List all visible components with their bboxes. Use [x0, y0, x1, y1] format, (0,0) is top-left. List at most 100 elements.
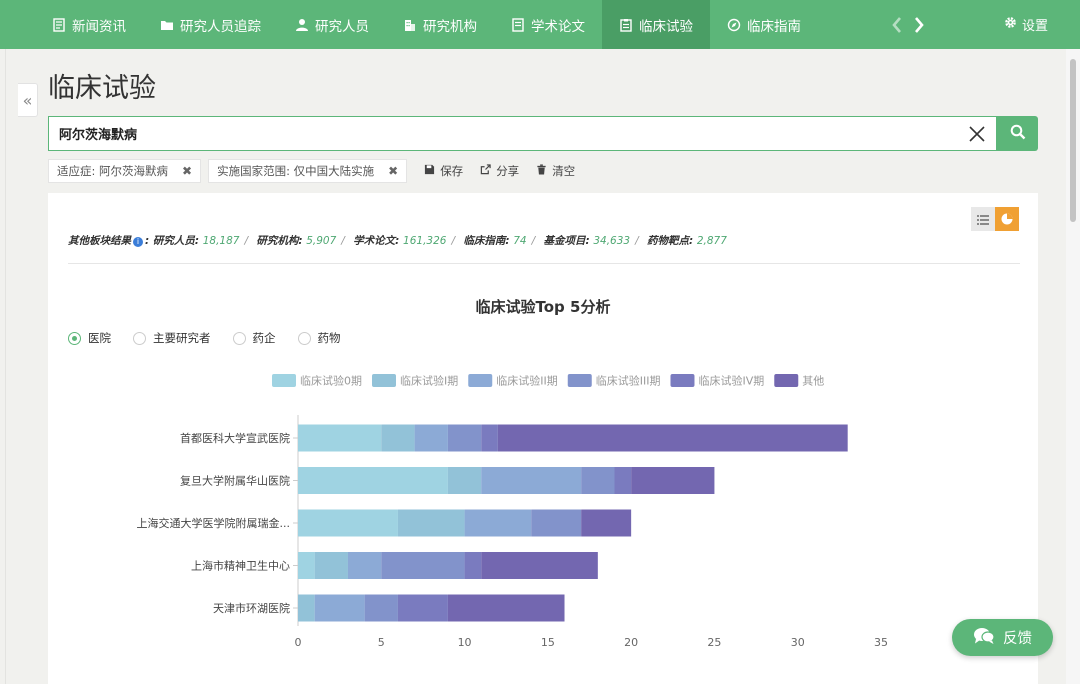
- chevron-left-icon[interactable]: [891, 16, 903, 34]
- bar-segment: [347, 552, 382, 579]
- settings-button[interactable]: 设置: [1004, 0, 1080, 49]
- summary-label: 药物靶点: [646, 235, 689, 247]
- legend-swatch: [372, 374, 396, 387]
- bar-segment: [298, 552, 315, 579]
- nav-label: 研究人员追踪: [180, 18, 261, 35]
- gear-icon: [1004, 16, 1017, 33]
- bar-segment: [381, 424, 415, 452]
- nav-label: 临床指南: [747, 18, 801, 35]
- page-title: 临床试验: [48, 73, 156, 104]
- clear-label: 清空: [552, 164, 576, 178]
- radio-button[interactable]: [297, 331, 311, 345]
- clear-button[interactable]: 清空: [536, 163, 575, 179]
- clipboard-icon: [619, 18, 633, 32]
- chart-view-button[interactable]: [995, 207, 1019, 231]
- summary-value[interactable]: 18,187: [203, 235, 240, 247]
- bar-segment: [581, 467, 615, 494]
- bar-segment: [631, 467, 715, 494]
- radio-hospital[interactable]: 医院: [68, 330, 111, 346]
- share-label: 分享: [496, 164, 520, 178]
- folder-icon: [160, 18, 174, 32]
- category-label: 上海市精神卫生中心: [191, 559, 290, 573]
- radio-pharma[interactable]: 药企: [232, 330, 276, 346]
- radio-button[interactable]: [232, 331, 246, 345]
- radio-drug[interactable]: 药物: [297, 330, 341, 346]
- legend-swatch: [272, 374, 296, 387]
- category-label: 天津市环湖医院: [213, 601, 290, 615]
- nav-label: 研究人员: [315, 18, 369, 35]
- bar-segment: [581, 509, 632, 537]
- close-icon[interactable]: [968, 125, 986, 143]
- filter-tag-label: 适应症: 阿尔茨海默病: [57, 164, 169, 178]
- bar-segment: [397, 509, 465, 537]
- nav-label: 研究机构: [423, 18, 477, 35]
- summary-value[interactable]: 2,877: [697, 235, 727, 247]
- filter-tag[interactable]: 适应症: 阿尔茨海默病 ✖: [48, 159, 202, 183]
- divider: [68, 263, 1020, 264]
- bar-segment: [298, 424, 382, 452]
- radio-label: 药物: [317, 331, 341, 345]
- summary-value[interactable]: 5,907: [306, 235, 336, 247]
- summary-label: 研究人员: [152, 235, 195, 247]
- chevron-right-icon[interactable]: [913, 16, 925, 34]
- nav-item-papers[interactable]: 学术论文: [494, 0, 602, 49]
- bar-segment: [447, 424, 482, 452]
- bar-segment: [298, 467, 448, 494]
- double-chevron-left-icon: «: [22, 90, 33, 110]
- legend-swatch: [468, 374, 493, 387]
- x-tick-label: 30: [791, 636, 805, 649]
- category-label: 首都医科大学宣武医院: [180, 431, 290, 445]
- info-icon[interactable]: i: [133, 237, 143, 247]
- bar-segment: [531, 509, 582, 537]
- summary-value[interactable]: 34,633: [593, 235, 630, 247]
- left-rule: [0, 49, 6, 684]
- radio-principal-investigator[interactable]: 主要研究者: [133, 330, 211, 346]
- other-results-summary: 其他板块结果 i: 研究人员: 18,187/ 研究机构: 5,907/ 学术论文…: [68, 235, 727, 247]
- nav-label: 新闻资讯: [72, 18, 126, 35]
- summary-label: 学术论文: [353, 235, 396, 247]
- x-tick-label: 5: [378, 636, 385, 649]
- summary-value[interactable]: 74: [513, 235, 526, 247]
- nav-item-clinical-trials[interactable]: 临床试验: [602, 0, 710, 49]
- nav-item-researchers[interactable]: 研究人员: [278, 0, 386, 49]
- close-icon[interactable]: ✖: [388, 164, 398, 178]
- search-button[interactable]: [997, 116, 1038, 151]
- feedback-label: 反馈: [1003, 631, 1032, 647]
- feedback-button[interactable]: 反馈: [952, 619, 1053, 656]
- nav-label: 学术论文: [531, 18, 585, 35]
- filter-tag[interactable]: 实施国家范围: 仅中国大陆实施 ✖: [208, 159, 408, 183]
- x-tick-label: 25: [707, 636, 721, 649]
- save-button[interactable]: 保存: [424, 163, 463, 179]
- building-icon: [403, 18, 417, 32]
- view-toggle: [971, 207, 1019, 231]
- search-icon: [1010, 124, 1026, 144]
- radio-label: 医院: [88, 331, 111, 345]
- save-label: 保存: [440, 164, 464, 178]
- share-button[interactable]: 分享: [480, 163, 519, 179]
- list-icon: [977, 210, 989, 229]
- x-tick-label: 20: [624, 636, 638, 649]
- close-icon[interactable]: ✖: [182, 164, 192, 178]
- filter-bar: 适应症: 阿尔茨海默病 ✖ 实施国家范围: 仅中国大陆实施 ✖ 保存 分享 清空: [48, 159, 575, 183]
- summary-value[interactable]: 161,326: [403, 235, 446, 247]
- nav-item-clinical-guidelines[interactable]: 临床指南: [710, 0, 818, 49]
- nav-item-news[interactable]: 新闻资讯: [0, 0, 143, 49]
- collapse-sidebar-button[interactable]: «: [18, 83, 38, 117]
- search-input[interactable]: 阿尔茨海默病: [48, 116, 997, 151]
- scrollbar[interactable]: [1066, 49, 1080, 684]
- nav-item-institutions[interactable]: 研究机构: [386, 0, 494, 49]
- top-nav: 新闻资讯 研究人员追踪 研究人员 研究机构 学术论文 临床试验 临床指南 设置: [0, 0, 1080, 49]
- nav-item-researcher-tracking[interactable]: 研究人员追踪: [143, 0, 278, 49]
- bar-segment: [381, 552, 465, 579]
- compass-icon: [727, 18, 741, 32]
- scrollbar-thumb[interactable]: [1070, 59, 1076, 222]
- search-bar: 阿尔茨海默病: [48, 116, 1038, 151]
- bar-segment: [614, 467, 632, 494]
- trash-icon: [536, 164, 547, 178]
- bar-segment: [464, 552, 482, 579]
- legend-label: 其他: [802, 375, 824, 388]
- radio-button[interactable]: [68, 331, 81, 345]
- list-view-button[interactable]: [971, 207, 995, 231]
- legend-swatch: [774, 374, 799, 387]
- radio-button[interactable]: [133, 331, 146, 345]
